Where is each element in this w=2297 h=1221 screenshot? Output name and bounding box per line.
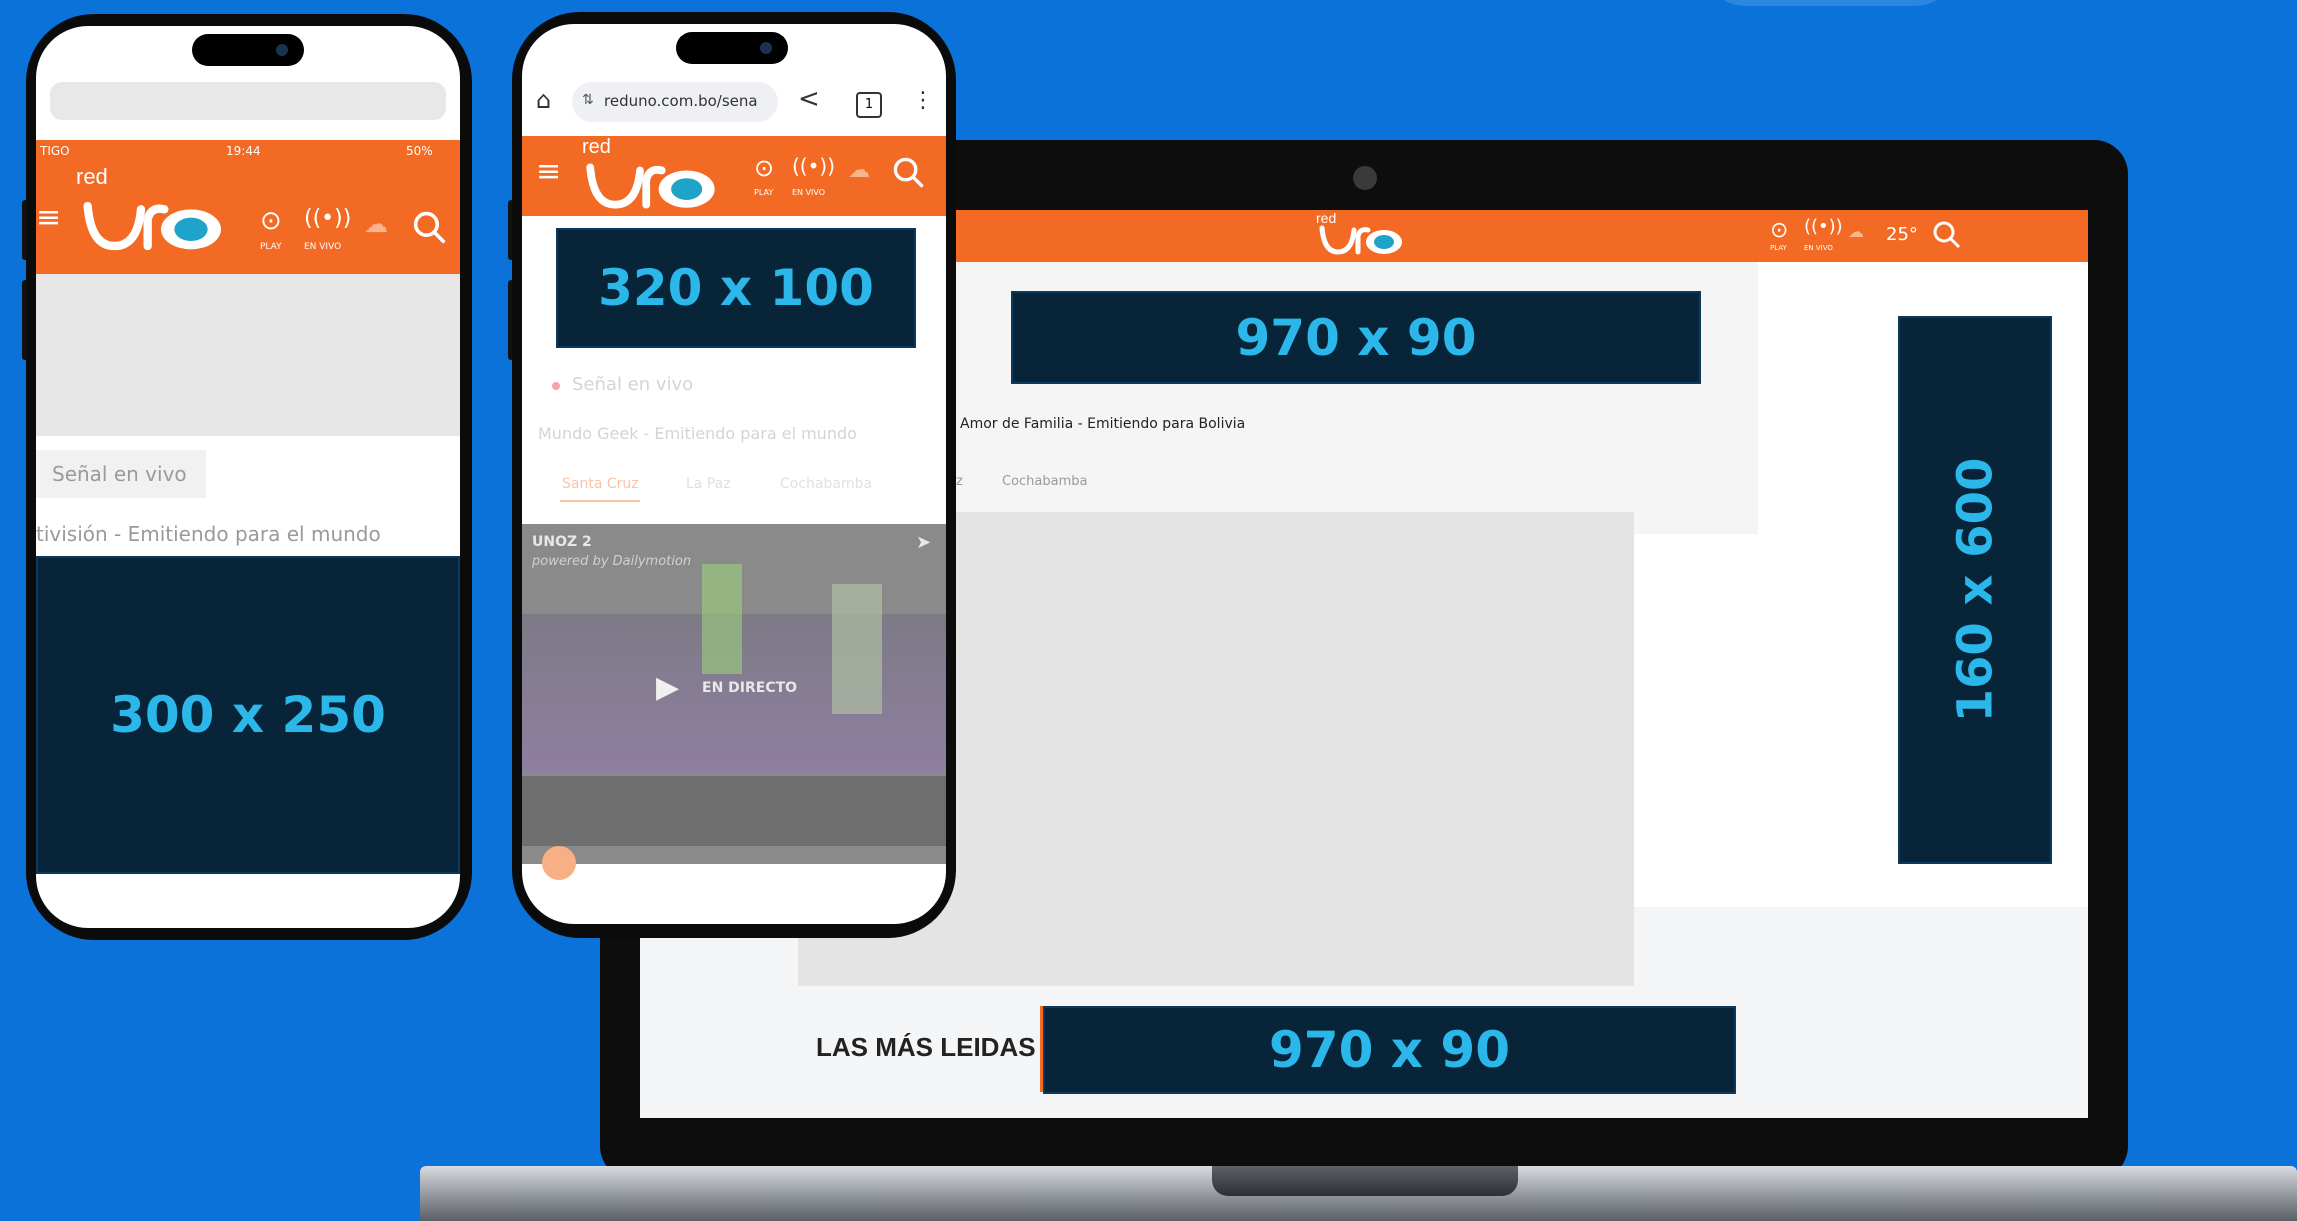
phone-mid-tab-santa-cruz[interactable]: Santa Cruz [562, 476, 639, 492]
phone-mid-tab-la-paz[interactable]: La Paz [686, 476, 731, 492]
phone-mid-live-dot [552, 382, 560, 390]
phone-mid-video-bar [702, 564, 742, 674]
phone-mid-logo-small: red [582, 136, 611, 158]
phone-mid-url: reduno.com.bo/sena [604, 92, 758, 110]
phone-left-island [192, 34, 304, 66]
phone-mid-tabs-button[interactable]: 1 [856, 92, 882, 118]
laptop-live-label: EN VIVO [1804, 244, 1833, 252]
phone-left-battery: 50% [406, 144, 433, 158]
phone-mid-share-icon[interactable]: < [798, 84, 820, 114]
phone-mid-video-share-icon[interactable]: ➤ [916, 532, 931, 553]
phone-mid-play-label: PLAY [754, 188, 774, 197]
laptop-search-icon[interactable] [1932, 220, 1962, 254]
phone-left-screen: TIGO 19:44 50% ≡ red ⊙ PLAY ((•)) EN VIV… [36, 26, 460, 928]
phone-mid-video-live: EN DIRECTO [702, 680, 798, 696]
phone-mid-menu-icon[interactable]: ≡ [536, 154, 561, 189]
phone-left-header: TIGO 19:44 50% ≡ red ⊙ PLAY ((•)) EN VIV… [36, 140, 460, 274]
laptop-base-notch [1212, 1166, 1518, 1196]
ad-phone-mid: 320 x 100 [556, 228, 916, 348]
section-title-mas-leidas: LAS MÁS LEIDAS [816, 1032, 1036, 1062]
phone-mid-video-title: UNOZ 2 [532, 534, 592, 550]
laptop-weather: 25° [1886, 224, 1918, 245]
phone-mid-video-bar-2 [832, 584, 882, 714]
laptop-play-label: PLAY [1770, 244, 1787, 252]
phone-left-placeholder [36, 274, 460, 436]
phone-left-cloud-icon: ☁ [364, 210, 388, 238]
phone-left-live-signal[interactable]: Señal en vivo [36, 450, 206, 498]
phone-mid-tab-underline [560, 500, 640, 502]
ad-laptop-bottom-label: 970 x 90 [1268, 1021, 1510, 1079]
laptop-cloud-icon: ☁ [1848, 222, 1864, 241]
decorative-arc [1700, 0, 1960, 6]
phone-mid-island-camera [760, 42, 772, 54]
phone-mid-video-play-icon[interactable]: ▶ [656, 670, 679, 705]
laptop-tab-cochabamba[interactable]: Cochabamba [1002, 474, 1087, 489]
phone-mid-notification-icon[interactable] [542, 846, 576, 880]
phone-left-time: 19:44 [226, 144, 261, 158]
phone-mid-island [676, 32, 788, 64]
phone-mid-live-signal[interactable]: Señal en vivo [572, 374, 693, 395]
phone-left-play-label: PLAY [260, 242, 282, 252]
ad-phone-left: 300 x 250 [36, 556, 460, 874]
phone-mid-video-powered: powered by Dailymotion [532, 554, 692, 569]
laptop-subtitle: Amor de Familia - Emitiendo para Bolivia [960, 416, 1246, 432]
laptop-live-icon[interactable]: ((•)) [1804, 216, 1843, 237]
phone-left-carrier: TIGO [40, 144, 70, 158]
phone-left-play-icon[interactable]: ⊙ [260, 206, 282, 236]
phone-mid-play-icon[interactable]: ⊙ [754, 154, 774, 182]
ad-laptop-top: 970 x 90 [1011, 291, 1701, 384]
laptop-play-icon[interactable]: ⊙ [1770, 218, 1788, 243]
phone-left-logo[interactable] [76, 196, 236, 260]
phone-mid-video-thumbnails [522, 776, 946, 846]
phone-mid-url-bar[interactable]: ⇅ reduno.com.bo/sena [572, 82, 778, 122]
phone-mid-subtitle: Mundo Geek - Emitiendo para el mundo [538, 424, 857, 443]
phone-mid-url-secure-icon: ⇅ [582, 92, 594, 108]
laptop-camera [1353, 166, 1377, 190]
phone-left-live-icon[interactable]: ((•)) [304, 206, 351, 231]
phone-left-url-bar[interactable] [50, 82, 446, 120]
ad-laptop-top-label: 970 x 90 [1235, 308, 1477, 367]
ad-phone-mid-label: 320 x 100 [598, 259, 874, 317]
phone-mid-header: ≡ red ⊙ PLAY ((•)) EN VIVO ☁ [522, 136, 946, 216]
ad-laptop-bottom: 970 x 90 [1043, 1006, 1736, 1094]
ad-phone-left-label: 300 x 250 [110, 686, 386, 744]
phone-left-island-camera [276, 44, 288, 56]
phone-mid-logo[interactable] [580, 158, 728, 218]
phone-mid-tab-count: 1 [864, 97, 874, 112]
phone-mid-tab-cochabamba[interactable]: Cochabamba [780, 476, 872, 492]
phone-left-menu-icon[interactable]: ≡ [36, 200, 61, 235]
ad-laptop-side-label: 160 x 600 [1947, 457, 2003, 723]
phone-mid-home-icon[interactable]: ⌂ [536, 86, 551, 114]
phone-left-subtitle: tivisión - Emitiendo para el mundo [36, 522, 381, 546]
phone-mid-live-label: EN VIVO [792, 188, 826, 197]
ad-laptop-side: 160 x 600 [1898, 316, 2052, 864]
phone-left-search-icon[interactable] [412, 210, 448, 250]
phone-left-logo-small: red [76, 164, 108, 189]
phone-mid-search-icon[interactable] [892, 156, 926, 194]
phone-mid-video-player[interactable]: UNOZ 2 powered by Dailymotion ➤ ▶ EN DIR… [522, 524, 946, 864]
laptop-logo[interactable] [1318, 222, 1408, 262]
laptop-tab-partial[interactable]: z [956, 474, 963, 489]
phone-mid-cloud-icon: ☁ [848, 158, 870, 183]
phone-left-live-label: EN VIVO [304, 242, 342, 252]
phone-left-live-signal-label: Señal en vivo [52, 462, 187, 486]
phone-mid-screen: ⌂ ⇅ reduno.com.bo/sena < 1 ⋮ ≡ red ⊙ PLA… [522, 24, 946, 924]
phone-mid-live-icon[interactable]: ((•)) [792, 154, 835, 178]
phone-mid-menu-dots-icon[interactable]: ⋮ [912, 88, 934, 113]
